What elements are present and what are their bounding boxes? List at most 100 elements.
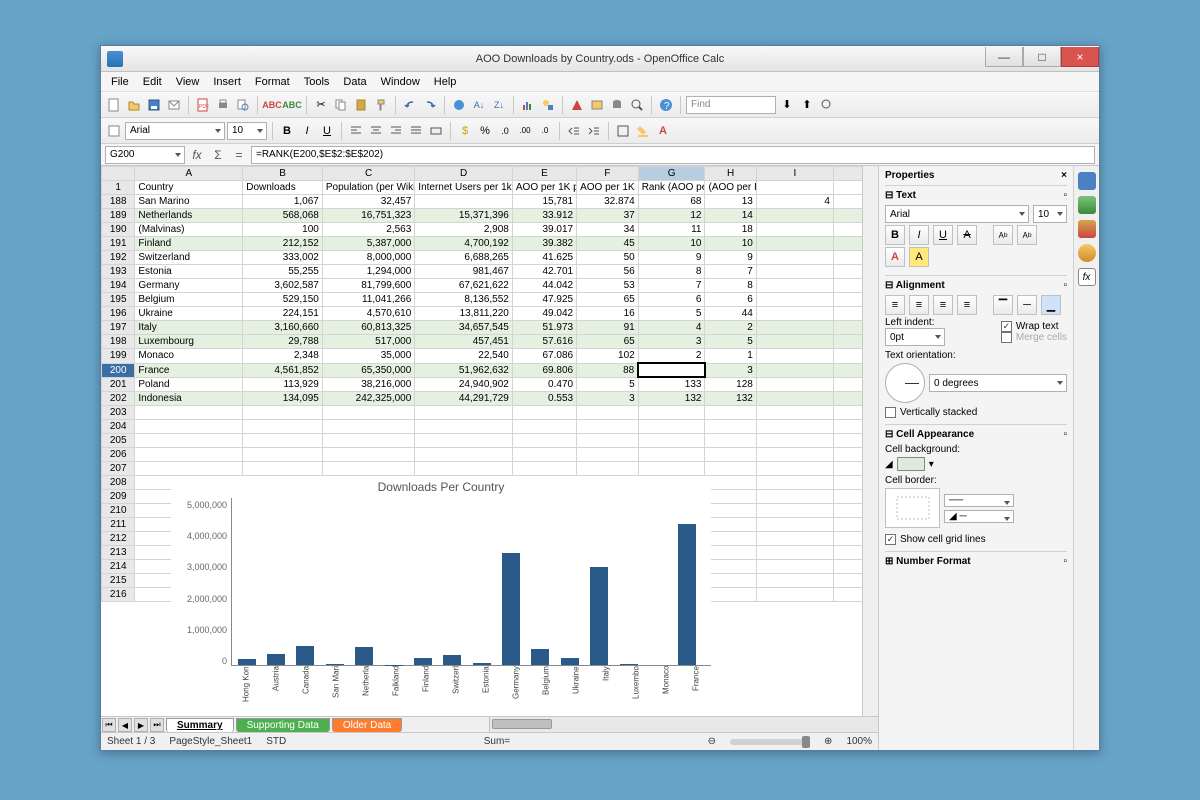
props-italic[interactable]: I	[909, 225, 929, 245]
font-size-selector[interactable]: 10	[227, 122, 267, 140]
undo-icon[interactable]	[401, 96, 419, 114]
cut-icon[interactable]: ✂	[312, 96, 330, 114]
props-align-center[interactable]: ≡	[909, 295, 929, 315]
merge-cells-icon[interactable]	[427, 122, 445, 140]
paste-icon[interactable]	[352, 96, 370, 114]
row-header[interactable]: 188	[102, 195, 135, 209]
row-header[interactable]: 191	[102, 237, 135, 251]
column-header[interactable]: B	[243, 167, 323, 181]
save-icon[interactable]	[145, 96, 163, 114]
sum-icon[interactable]: Σ	[209, 146, 227, 164]
vstack-checkbox[interactable]	[885, 407, 896, 418]
props-font-size[interactable]: 10	[1033, 205, 1067, 223]
tab-older-data[interactable]: Older Data	[332, 718, 402, 732]
sidebar-properties-icon[interactable]	[1078, 172, 1096, 190]
font-selector[interactable]: Arial	[125, 122, 225, 140]
tab-last-icon[interactable]: ⏭	[150, 718, 164, 732]
align-right-icon[interactable]	[387, 122, 405, 140]
section-menu-icon[interactable]: ▫	[1063, 556, 1067, 567]
props-orientation[interactable]: 0 degrees	[929, 374, 1067, 392]
maximize-button[interactable]: □	[1023, 47, 1061, 67]
row-header[interactable]: 202	[102, 392, 135, 406]
props-font-color[interactable]: A	[885, 247, 905, 267]
print-preview-icon[interactable]	[234, 96, 252, 114]
help-icon[interactable]: ?	[657, 96, 675, 114]
email-icon[interactable]	[165, 96, 183, 114]
bg-color-icon[interactable]	[634, 122, 652, 140]
bucket-icon[interactable]: ◢	[885, 459, 893, 470]
column-header[interactable]: D	[415, 167, 513, 181]
tab-supporting-data[interactable]: Supporting Data	[236, 718, 330, 732]
props-indent[interactable]: 0pt	[885, 328, 945, 346]
row-header[interactable]: 195	[102, 293, 135, 307]
close-button[interactable]: ×	[1061, 47, 1099, 67]
gridlines-checkbox[interactable]: ✓	[885, 534, 896, 545]
zoom-in-icon[interactable]: ⊕	[824, 736, 832, 747]
selected-cell[interactable]	[638, 363, 705, 377]
menu-window[interactable]: Window	[375, 74, 426, 90]
show-draw-icon[interactable]	[539, 96, 557, 114]
spreadsheet-grid[interactable]: ABCDEFGHIJ1CountryDownloadsPopulation (p…	[101, 166, 862, 716]
standard-format-icon[interactable]: .0	[496, 122, 514, 140]
section-menu-icon[interactable]: ▫	[1063, 280, 1067, 291]
row-header[interactable]: 200	[102, 363, 135, 377]
column-header[interactable]: A	[135, 167, 243, 181]
hyperlink-icon[interactable]	[450, 96, 468, 114]
percent-icon[interactable]: %	[476, 122, 494, 140]
props-align-left[interactable]: ≡	[885, 295, 905, 315]
tab-summary[interactable]: Summary	[166, 718, 234, 732]
remove-decimal-icon[interactable]: .0	[536, 122, 554, 140]
menu-tools[interactable]: Tools	[298, 74, 336, 90]
bold-button[interactable]: B	[278, 122, 296, 140]
sort-asc-icon[interactable]: A↓	[470, 96, 488, 114]
find-all-icon[interactable]	[818, 96, 836, 114]
underline-button[interactable]: U	[318, 122, 336, 140]
italic-button[interactable]: I	[298, 122, 316, 140]
column-header[interactable]: H	[705, 167, 756, 181]
find-input[interactable]: Find	[686, 96, 776, 114]
styles-icon[interactable]	[105, 122, 123, 140]
row-header[interactable]: 196	[102, 307, 135, 321]
bg-color-swatch[interactable]	[897, 457, 925, 471]
row-header[interactable]: 194	[102, 279, 135, 293]
menu-help[interactable]: Help	[428, 74, 463, 90]
column-header[interactable]: I	[756, 167, 833, 181]
sidebar-navigator-icon[interactable]	[1078, 244, 1096, 262]
border-preview[interactable]	[885, 488, 940, 528]
menu-insert[interactable]: Insert	[207, 74, 247, 90]
gallery-icon[interactable]	[588, 96, 606, 114]
spellcheck-icon[interactable]: ABC	[263, 96, 281, 114]
merge-checkbox[interactable]	[1001, 332, 1012, 343]
props-valign-bot[interactable]: ▁	[1041, 295, 1061, 315]
vertical-scrollbar[interactable]	[862, 166, 878, 716]
row-header[interactable]: 201	[102, 377, 135, 392]
props-valign-mid[interactable]: ─	[1017, 295, 1037, 315]
menu-view[interactable]: View	[170, 74, 206, 90]
orientation-dial[interactable]	[885, 363, 925, 403]
row-header[interactable]: 198	[102, 335, 135, 349]
increase-indent-icon[interactable]	[585, 122, 603, 140]
borders-icon[interactable]	[614, 122, 632, 140]
minimize-button[interactable]: —	[985, 47, 1023, 67]
add-decimal-icon[interactable]: .00	[516, 122, 534, 140]
row-header[interactable]: 197	[102, 321, 135, 335]
menu-edit[interactable]: Edit	[137, 74, 168, 90]
zoom-icon[interactable]	[628, 96, 646, 114]
props-valign-top[interactable]: ▔	[993, 295, 1013, 315]
column-header[interactable]: E	[512, 167, 576, 181]
align-center-icon[interactable]	[367, 122, 385, 140]
menu-data[interactable]: Data	[337, 74, 372, 90]
row-header[interactable]: 193	[102, 265, 135, 279]
row-header[interactable]: 189	[102, 209, 135, 223]
row-header[interactable]: 192	[102, 251, 135, 265]
zoom-slider[interactable]	[730, 739, 810, 745]
wrap-checkbox[interactable]: ✓	[1001, 321, 1012, 332]
props-highlight[interactable]: A	[909, 247, 929, 267]
auto-spellcheck-icon[interactable]: ABC	[283, 96, 301, 114]
data-sources-icon[interactable]	[608, 96, 626, 114]
navigator-icon[interactable]	[568, 96, 586, 114]
section-menu-icon[interactable]: ▫	[1063, 429, 1067, 440]
tab-prev-icon[interactable]: ◀	[118, 718, 132, 732]
currency-icon[interactable]: $	[456, 122, 474, 140]
find-next-icon[interactable]: ⬇	[778, 96, 796, 114]
